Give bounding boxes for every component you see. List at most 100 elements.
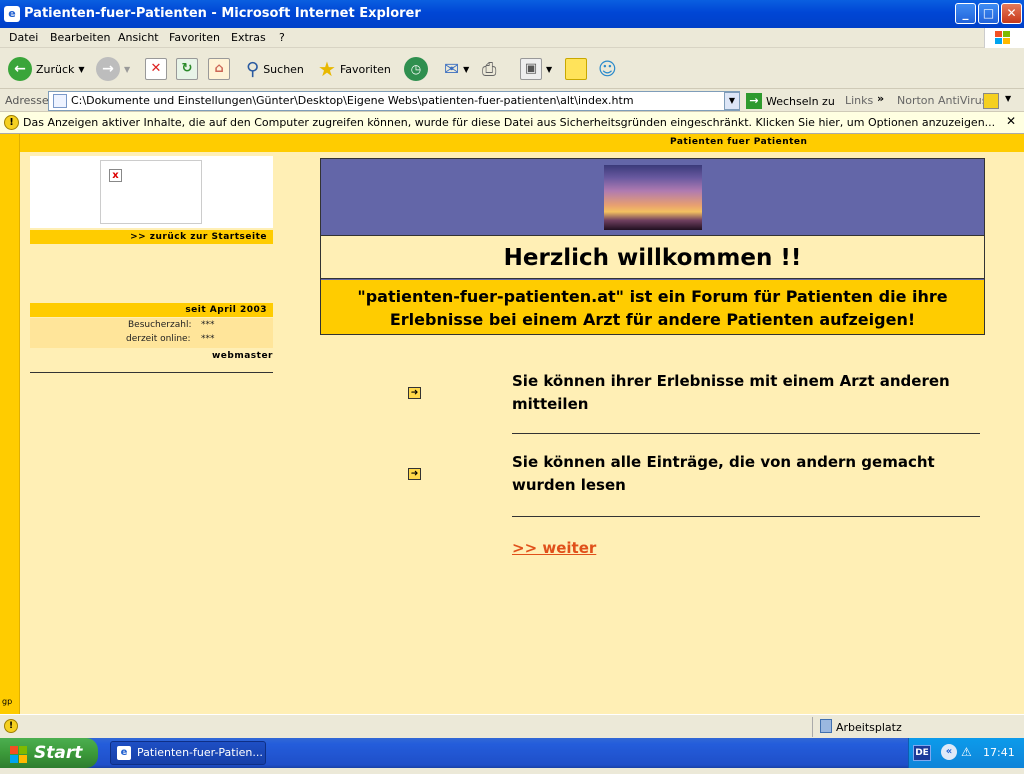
zone-label: Arbeitsplatz: [836, 721, 902, 734]
back-to-start-link[interactable]: >> zurück zur Startseite: [30, 230, 273, 244]
mail-icon: ✉: [444, 58, 460, 80]
messenger-icon: ☺: [598, 58, 617, 80]
left-divider: [30, 372, 273, 373]
header-strip: Patienten fuer Patienten: [20, 134, 1024, 152]
maximize-button[interactable]: □: [978, 3, 999, 24]
favorites-button[interactable]: ★ Favoriten: [318, 55, 391, 83]
history-button[interactable]: ◷: [404, 55, 428, 83]
arrow-bullet-icon: ➜: [408, 387, 421, 399]
ie-icon: e: [4, 6, 20, 22]
edit-button[interactable]: ▣ ▼: [520, 55, 552, 83]
info-bar-close-icon[interactable]: ✕: [1006, 114, 1016, 128]
shield-warning-icon: !: [4, 115, 19, 130]
online-label: derzeit online:: [126, 334, 191, 344]
windows-flag-icon: [10, 744, 28, 774]
history-icon: ◷: [404, 57, 428, 81]
back-label: Zurück: [36, 62, 75, 76]
address-bar: Adresse C:\Dokumente und Einstellungen\G…: [0, 90, 1024, 112]
clock[interactable]: 17:41: [983, 746, 1015, 759]
menu-bearbeiten[interactable]: Bearbeiten: [50, 31, 110, 44]
info-bar-text: Das Anzeigen aktiver Inhalte, die auf de…: [23, 116, 996, 129]
start-button[interactable]: Start: [0, 738, 98, 768]
item-divider: [512, 433, 980, 434]
tray-chevron-icon[interactable]: «: [941, 744, 957, 760]
arrow-bullet-icon: ➜: [408, 468, 421, 480]
back-button[interactable]: ← Zurück ▼: [8, 55, 85, 83]
language-indicator[interactable]: DE: [913, 745, 931, 761]
webmaster-link[interactable]: webmaster: [30, 351, 273, 361]
search-label: Suchen: [263, 62, 304, 76]
dropdown-arrow-icon[interactable]: ▼: [1005, 94, 1011, 103]
refresh-button[interactable]: ↻: [176, 55, 198, 83]
toolbar: ← Zurück ▼ → ▼ ✕ ↻ ⌂ ⚲ Suchen ★ Favorite…: [0, 49, 1024, 89]
star-icon: ★: [318, 57, 336, 81]
visitors-label: Besucherzahl:: [128, 320, 192, 330]
menu-help[interactable]: ?: [279, 31, 285, 44]
page-icon: [53, 94, 67, 108]
forum-description: "patienten-fuer-patienten.at" ist ein Fo…: [321, 280, 984, 334]
home-button[interactable]: ⌂: [208, 55, 230, 83]
read-entries-link[interactable]: Sie können alle Einträge, die von andern…: [512, 451, 982, 497]
address-input[interactable]: C:\Dokumente und Einstellungen\Günter\De…: [48, 91, 740, 111]
messenger-button[interactable]: ☺: [598, 55, 617, 83]
address-dropdown-button[interactable]: ▼: [724, 92, 740, 110]
left-yellow-strip: [0, 134, 20, 714]
visitor-stats: Besucherzahl: *** derzeit online: ***: [30, 318, 273, 348]
security-info-bar[interactable]: ! Das Anzeigen aktiver Inhalte, die auf …: [0, 112, 1024, 134]
menu-favoriten[interactable]: Favoriten: [169, 31, 220, 44]
refresh-icon: ↻: [176, 58, 198, 80]
printer-icon: ⎙: [482, 58, 497, 80]
broken-image-icon: x: [109, 169, 122, 182]
shield-warning-icon[interactable]: !: [4, 719, 18, 733]
chevron-right-icon[interactable]: »: [877, 92, 884, 105]
print-button[interactable]: ⎙: [482, 55, 496, 83]
since-label: seit April 2003: [30, 303, 273, 317]
notes-button[interactable]: [565, 55, 587, 83]
dropdown-arrow-icon: ▼: [78, 64, 85, 74]
status-bar: ! Arbeitsplatz: [0, 714, 1024, 738]
close-button[interactable]: ✕: [1001, 3, 1022, 24]
start-label: Start: [34, 743, 83, 763]
minimize-button[interactable]: _: [955, 3, 976, 24]
welcome-heading: Herzlich willkommen !!: [321, 235, 984, 279]
network-icon[interactable]: ⚠: [961, 745, 972, 759]
search-button[interactable]: ⚲ Suchen: [246, 55, 304, 83]
item2-line-1: Sie können alle Einträge, die von andern…: [512, 453, 935, 471]
item1-line-1: Sie können ihrer Erlebnisse mit einem Ar…: [512, 372, 950, 390]
edit-icon: ▣: [520, 58, 542, 80]
visitors-value: ***: [201, 320, 215, 330]
site-header: Patienten fuer Patienten: [670, 137, 808, 147]
stop-button[interactable]: ✕: [145, 55, 167, 83]
menu-bar: Datei Bearbeiten Ansicht Favoriten Extra…: [0, 28, 1024, 48]
menu-ansicht[interactable]: Ansicht: [118, 31, 159, 44]
window-title: Patienten-fuer-Patienten - Microsoft Int…: [24, 6, 421, 21]
logo-box: x: [30, 156, 273, 228]
item-divider: [512, 516, 980, 517]
share-experience-link[interactable]: Sie können ihrer Erlebnisse mit einem Ar…: [512, 370, 982, 416]
item1-line-2: mitteilen: [512, 395, 589, 413]
menu-datei[interactable]: Datei: [9, 31, 38, 44]
favorites-label: Favoriten: [339, 62, 391, 76]
taskbar-item-ie[interactable]: e Patienten-fuer-Patien...: [110, 741, 266, 765]
corner-mark: gp: [2, 697, 13, 706]
go-button[interactable]: → Wechseln zu: [746, 93, 835, 109]
forward-button[interactable]: → ▼: [96, 55, 130, 83]
mail-button[interactable]: ✉ ▼: [444, 55, 469, 83]
weiter-link[interactable]: >> weiter: [512, 539, 596, 557]
norton-icon[interactable]: [983, 93, 999, 109]
go-label: Wechseln zu: [766, 94, 835, 108]
norton-label[interactable]: Norton AntiVirus: [897, 94, 987, 107]
sunset-image: [604, 165, 702, 230]
note-icon: [565, 58, 587, 80]
windows-logo-icon: [984, 28, 1024, 48]
title-bar[interactable]: e Patienten-fuer-Patienten - Microsoft I…: [0, 0, 1024, 28]
menu-extras[interactable]: Extras: [231, 31, 266, 44]
web-page: Patienten fuer Patienten x >> zurück zur…: [0, 134, 1024, 714]
taskbar: Start e Patienten-fuer-Patien... DE « ⚠ …: [0, 738, 1024, 768]
dropdown-arrow-icon: ▼: [124, 64, 131, 74]
stop-icon: ✕: [145, 58, 167, 80]
links-button[interactable]: Links: [845, 94, 873, 107]
ie-icon: e: [117, 746, 131, 760]
welcome-box: Herzlich willkommen !! "patienten-fuer-p…: [320, 158, 985, 335]
search-icon: ⚲: [246, 58, 260, 80]
